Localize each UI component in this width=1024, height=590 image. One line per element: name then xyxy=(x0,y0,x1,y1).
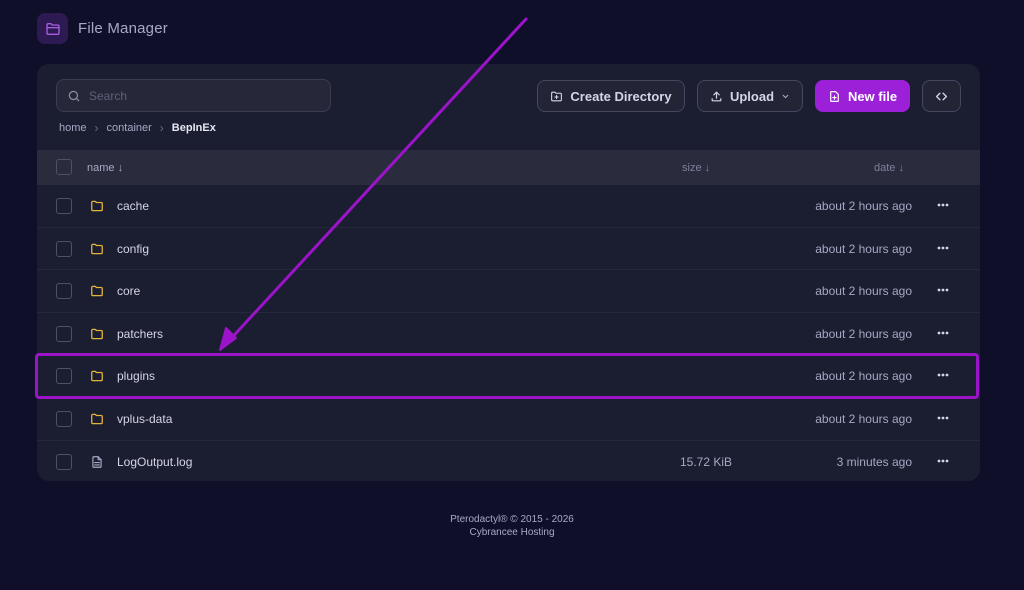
footer-host: Cybrancee Hosting xyxy=(469,527,555,538)
file-date: about 2 hours ago xyxy=(815,241,912,256)
row-checkbox[interactable] xyxy=(56,198,72,214)
create-directory-label: Create Directory xyxy=(570,88,672,104)
breadcrumb-home[interactable]: home xyxy=(59,122,87,134)
file-manager-panel: Create Directory Upload New file home › … xyxy=(37,64,980,481)
column-header-name[interactable]: name ↓ xyxy=(87,162,123,174)
file-name[interactable]: patchers xyxy=(117,327,163,341)
more-options-icon[interactable] xyxy=(935,410,951,426)
row-checkbox[interactable] xyxy=(56,453,72,470)
search-icon xyxy=(68,90,80,101)
table-header: name ↓ size ↓ date ↓ xyxy=(37,150,980,185)
folder-icon xyxy=(37,13,68,44)
create-directory-button[interactable]: Create Directory xyxy=(537,80,685,112)
file-name[interactable]: config xyxy=(117,242,149,256)
code-icon xyxy=(935,92,948,100)
upload-button[interactable]: Upload xyxy=(697,80,803,112)
breadcrumb-container[interactable]: container xyxy=(107,122,152,134)
row-checkbox[interactable] xyxy=(56,283,72,300)
table-row[interactable]: cache about 2 hours ago xyxy=(37,185,980,228)
page-header: File Manager xyxy=(37,13,168,44)
search-box[interactable] xyxy=(56,79,331,112)
column-header-date[interactable]: date ↓ xyxy=(874,162,904,174)
folder-icon xyxy=(91,285,103,297)
table-row[interactable]: core about 2 hours ago xyxy=(37,270,980,313)
upload-icon xyxy=(711,91,722,101)
table-row[interactable]: config about 2 hours ago xyxy=(37,228,980,271)
more-options-icon[interactable] xyxy=(935,325,951,341)
file-name[interactable]: LogOutput.log xyxy=(117,455,192,469)
row-checkbox[interactable] xyxy=(56,410,72,427)
new-file-label: New file xyxy=(847,88,898,104)
folder-icon xyxy=(91,328,103,340)
plugins-highlight-box xyxy=(35,353,979,399)
more-options-icon[interactable] xyxy=(935,453,951,469)
file-plus-icon xyxy=(830,90,839,102)
page-title: File Manager xyxy=(78,20,168,37)
folder-icon xyxy=(91,243,103,254)
chevron-right-icon: › xyxy=(94,121,99,135)
more-options-icon[interactable] xyxy=(935,240,951,256)
footer: Pterodactyl® © 2015 - 2026 Cybrancee Hos… xyxy=(0,513,1024,539)
folder-plus-icon xyxy=(551,91,563,101)
file-icon xyxy=(92,455,102,468)
column-header-size[interactable]: size ↓ xyxy=(682,162,710,174)
breadcrumb-current: BepInEx xyxy=(171,122,216,134)
table-row[interactable]: patchers about 2 hours ago xyxy=(37,313,980,356)
file-name[interactable]: cache xyxy=(117,199,149,213)
file-date: 3 minutes ago xyxy=(836,454,912,469)
select-all-checkbox[interactable] xyxy=(56,159,72,175)
upload-label: Upload xyxy=(729,88,775,104)
breadcrumb: home › container › BepInEx xyxy=(59,121,216,135)
folder-icon xyxy=(91,413,103,425)
file-date: about 2 hours ago xyxy=(815,411,912,426)
footer-copyright: Pterodactyl® © 2015 - 2026 xyxy=(450,514,574,525)
search-input[interactable] xyxy=(89,88,309,103)
file-size: 15.72 KiB xyxy=(680,454,733,469)
more-options-icon[interactable] xyxy=(935,282,951,298)
file-date: about 2 hours ago xyxy=(815,326,912,341)
chevron-right-icon: › xyxy=(159,121,164,135)
file-date: about 2 hours ago xyxy=(815,284,912,299)
row-checkbox[interactable] xyxy=(56,240,72,257)
file-list: cache about 2 hours ago config about 2 h… xyxy=(37,185,980,481)
file-name[interactable]: vplus-data xyxy=(117,412,172,426)
table-row[interactable]: vplus-data about 2 hours ago xyxy=(37,398,980,441)
file-date: about 2 hours ago xyxy=(815,199,912,213)
chevron-down-icon xyxy=(782,94,789,98)
table-row[interactable]: LogOutput.log 15.72 KiB 3 minutes ago xyxy=(37,441,980,481)
more-options-icon[interactable] xyxy=(935,197,951,213)
file-name[interactable]: core xyxy=(117,284,140,298)
code-view-button[interactable] xyxy=(922,80,961,112)
row-checkbox[interactable] xyxy=(56,325,72,342)
new-file-button[interactable]: New file xyxy=(815,80,910,112)
folder-icon xyxy=(91,200,103,212)
